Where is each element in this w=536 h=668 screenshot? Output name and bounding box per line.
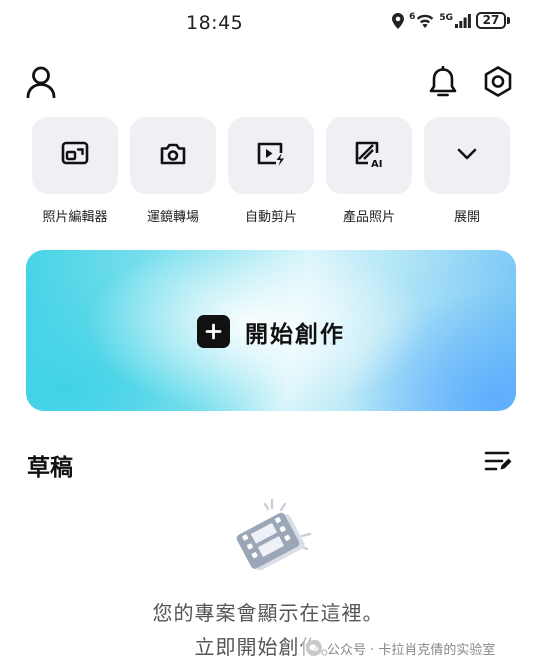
svg-text:AI: AI (371, 159, 382, 168)
tool-auto-cut[interactable]: 自動剪片 (228, 117, 314, 225)
tool-label: 自動剪片 (244, 210, 297, 225)
film-strip-icon (232, 498, 314, 584)
auto-cut-icon (256, 141, 286, 171)
network-label: 5G (439, 12, 453, 23)
tool-camera-transition[interactable]: 運鏡轉場 (130, 117, 216, 225)
drafts-title: 草稿 (27, 455, 73, 481)
profile-icon[interactable] (26, 66, 56, 102)
settings-gear-icon[interactable] (482, 65, 514, 103)
tool-tile[interactable] (130, 117, 216, 194)
tool-label: 運鏡轉場 (146, 210, 199, 225)
wifi-badge: 6 (409, 12, 416, 22)
watermark: 公众号 · 卡拉肖克倩的实验室 (302, 636, 500, 660)
tool-label: 展開 (453, 210, 480, 225)
tool-product-photo[interactable]: AI 產品照片 (326, 117, 412, 225)
status-bar: 18:45 6 5G 27 (0, 0, 536, 48)
photo-edit-icon (61, 141, 89, 171)
tool-photo-editor[interactable]: 照片編輯器 (32, 117, 118, 225)
tool-tile[interactable] (32, 117, 118, 194)
sort-edit-icon[interactable] (484, 450, 512, 476)
ai-product-photo-icon: AI (354, 140, 384, 172)
tool-tile[interactable] (424, 117, 510, 194)
camera-icon (159, 141, 187, 171)
status-time: 18:45 (186, 12, 244, 34)
status-icons: 6 5G 27 (392, 12, 510, 29)
empty-state-message: 您的專案會顯示在這裡。 (152, 601, 384, 625)
tool-label: 照片編輯器 (42, 210, 108, 225)
chevron-down-icon (456, 146, 478, 165)
battery-icon: 27 (476, 12, 510, 29)
plus-icon (197, 315, 230, 348)
tool-tile[interactable] (228, 117, 314, 194)
battery-level: 27 (476, 12, 506, 29)
cellular-signal-icon: 5G (439, 12, 471, 28)
start-creating-button[interactable]: 開始創作 (26, 250, 516, 411)
tool-shortcuts: 照片編輯器 運鏡轉場 自動剪片 AI 產品照片 展開 (32, 117, 510, 225)
start-creating-label: 開始創作 (245, 321, 345, 348)
wifi-icon: 6 (409, 13, 434, 28)
tool-label: 產品照片 (342, 210, 395, 225)
tool-expand[interactable]: 展開 (424, 117, 510, 225)
watermark-text: 公众号 · 卡拉肖克倩的实验室 (327, 642, 496, 658)
wechat-logo-icon (306, 640, 322, 656)
location-icon (392, 12, 405, 29)
bell-icon[interactable] (428, 65, 458, 102)
tool-tile[interactable]: AI (326, 117, 412, 194)
